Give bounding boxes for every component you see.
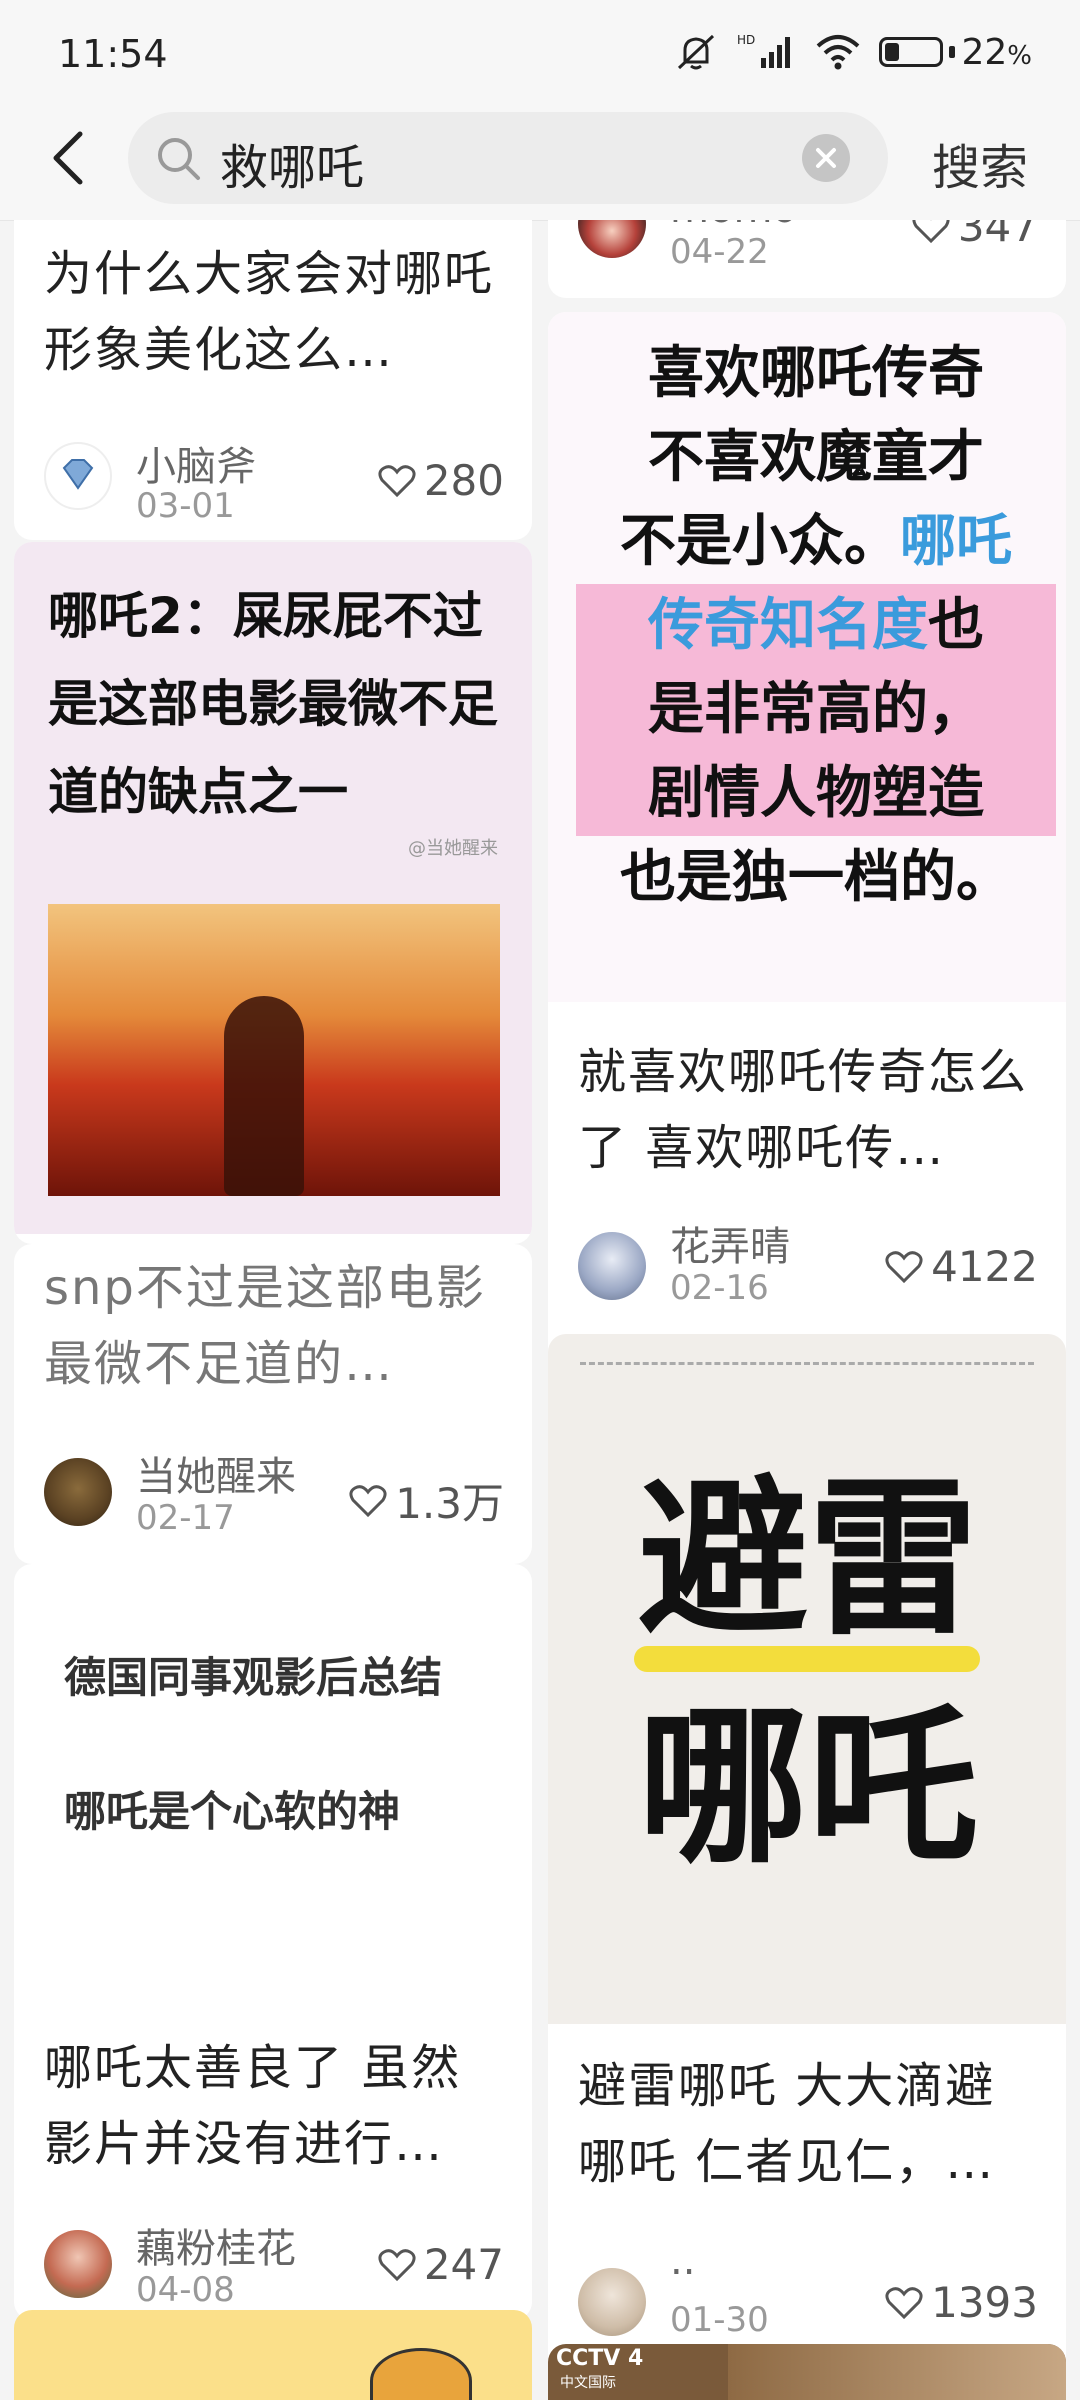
note-card[interactable]: momo 04-22 347 — [548, 220, 1066, 298]
post-date: 04-22 — [670, 232, 769, 272]
post-date: 02-17 — [136, 1498, 235, 1538]
author-name: 藕粉桂花 — [136, 2226, 296, 2272]
note-card[interactable]: 喜欢哪吒传奇 不喜欢魔童才 不是小众。哪吒 传奇知名度也 是非常高的， 剧情人物… — [548, 312, 1066, 1512]
post-date: 02-16 — [670, 1268, 769, 1308]
status-icons: HD 22% — [673, 28, 1032, 76]
mute-bell-icon — [678, 34, 715, 70]
note-title: 就喜欢哪吒传奇怎么了 喜欢哪吒传… — [578, 1044, 1029, 1176]
note-card[interactable]: 哪吒2：屎尿屁不过是这部电影最微不足道的缺点之一 @当她醒来 — [14, 542, 532, 1244]
search-input[interactable]: 救哪吒 — [128, 112, 888, 204]
heart-icon — [912, 220, 950, 243]
cover-line: 哪吒是个心软的神 — [64, 1787, 401, 1836]
cover-image: 喜欢哪吒传奇 不喜欢魔童才 不是小众。哪吒 传奇知名度也 是非常高的， 剧情人物… — [548, 312, 1066, 1002]
post-date: 01-30 — [670, 2300, 769, 2340]
results-feed: 为什么大家会对哪吒形象美化这么… 小脑斧 03-01 280 哪吒2：屎尿屁不过… — [0, 220, 1080, 2400]
note-card[interactable] — [14, 2310, 532, 2400]
like-count[interactable]: 347 — [912, 220, 1038, 251]
avatar — [578, 2268, 646, 2336]
status-time: 11:54 — [58, 32, 168, 76]
yellow-underline — [634, 1646, 980, 1672]
note-card-info[interactable]: snp不过是这部电影最微不足道的… 当她醒来 02-17 1.3万 — [14, 1244, 532, 1564]
watermark: @当她醒来 — [408, 838, 498, 859]
like-count[interactable]: 280 — [378, 456, 504, 505]
author-name: .. — [670, 2238, 696, 2284]
cover-image: 哪吒2：屎尿屁不过是这部电影最微不足道的缺点之一 @当她醒来 — [14, 542, 532, 1234]
cover-line: 也是独一档的。 — [620, 845, 1012, 910]
cover-line-highlight: 传奇知名度也 — [576, 584, 1056, 668]
cover-title: 避雷 — [637, 1461, 978, 1659]
character-silhouette — [224, 996, 304, 1196]
note-title: snp不过是这部电影最微不足道的… — [44, 1260, 486, 1392]
author-name: 花弄晴 — [670, 1224, 790, 1270]
note-card[interactable]: 为什么大家会对哪吒形象美化这么… 小脑斧 03-01 280 — [14, 220, 532, 540]
tv-channel-label: 中文国际 — [560, 2375, 616, 2391]
video-still — [728, 2344, 1066, 2400]
note-title: 避雷哪吒 大大滴避哪吒 仁者见仁，… — [578, 2058, 996, 2190]
heart-icon — [885, 2286, 923, 2319]
cover-line-highlight: 是非常高的， — [576, 668, 1056, 752]
cover-image: 避雷 哪吒 — [548, 1334, 1066, 2024]
battery-indicator: 22% — [879, 32, 1032, 73]
author-name: 小脑斧 — [136, 444, 256, 490]
author-name: 当她醒来 — [136, 1454, 296, 1500]
cover-line: 德国同事观影后总结 — [64, 1653, 443, 1702]
note-card[interactable]: 避雷 哪吒 避雷哪吒 大大滴避哪吒 仁者见仁，… .. 01-30 1393 — [548, 1334, 1066, 2400]
note-card-info[interactable]: 哪吒太善良了 虽然影片并没有进行… 藕粉桂花 04-08 247 — [14, 2010, 532, 2320]
search-query: 救哪吒 — [220, 140, 365, 196]
post-date: 03-01 — [136, 486, 235, 526]
cover-title: 哪吒 — [637, 1689, 978, 1887]
search-icon — [158, 138, 200, 180]
post-date: 04-08 — [136, 2270, 235, 2310]
cover-line: 不喜欢魔童才 — [648, 425, 984, 490]
battery-icon — [879, 37, 944, 67]
heart-icon — [378, 464, 416, 497]
svg-text:HD: HD — [737, 33, 755, 47]
cover-line: 不是小众。哪吒 — [620, 509, 1012, 574]
author-name: momo — [670, 220, 797, 232]
cover-line: 喜欢哪吒传奇 — [648, 341, 984, 406]
cover-text: 哪吒2：屎尿屁不过是这部电影最微不足道的缺点之一 — [48, 587, 498, 821]
dashed-divider — [580, 1362, 1034, 1365]
search-button[interactable]: 搜索 — [932, 128, 1028, 198]
note-title: 为什么大家会对哪吒形象美化这么… — [44, 246, 495, 378]
heart-icon — [349, 1484, 387, 1517]
avatar — [44, 442, 112, 510]
clear-search-icon[interactable] — [802, 134, 850, 182]
dog-illustration — [370, 2348, 472, 2400]
note-title: 哪吒太善良了 虽然影片并没有进行… — [44, 2040, 462, 2172]
note-card[interactable]: CCTV 4 中文国际 — [548, 2344, 1066, 2400]
status-bar: 11:54 HD 22% — [0, 0, 1080, 104]
back-arrow-icon[interactable] — [44, 126, 94, 190]
avatar — [44, 2230, 112, 2298]
wifi-icon — [817, 35, 860, 70]
tv-logo: CCTV 4 — [556, 2346, 644, 2371]
like-count[interactable]: 247 — [378, 2240, 504, 2289]
avatar — [578, 1232, 646, 1300]
diamond-icon — [62, 459, 94, 490]
heart-icon — [378, 2248, 416, 2281]
avatar — [44, 1458, 112, 1526]
search-header: 救哪吒 搜索 — [0, 104, 1080, 221]
heart-icon — [885, 1250, 923, 1283]
signal-icon: HD — [737, 33, 791, 68]
avatar — [578, 220, 646, 258]
like-count[interactable]: 1393 — [885, 2278, 1038, 2327]
like-count[interactable]: 4122 — [885, 1242, 1038, 1291]
cover-line-highlight: 剧情人物塑造 — [576, 752, 1056, 836]
like-count[interactable]: 1.3万 — [349, 1470, 504, 1531]
movie-still — [48, 904, 500, 1196]
